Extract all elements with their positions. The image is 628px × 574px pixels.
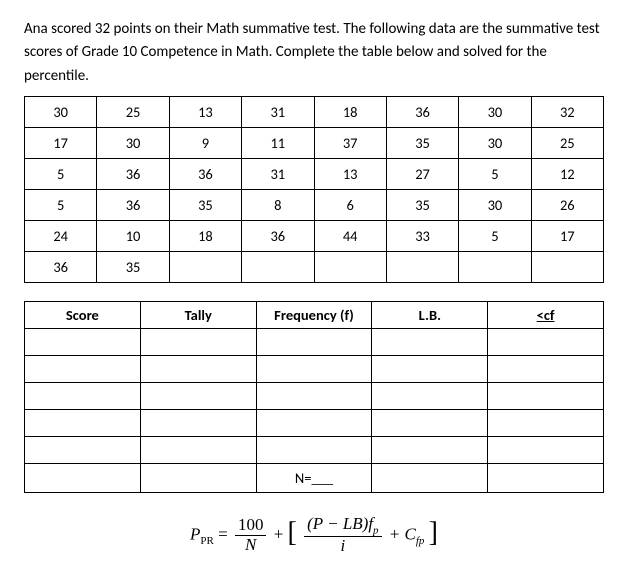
freq-header-row: Score Tally Frequency (f) L.B. <cf	[25, 301, 604, 328]
data-cell: 5	[459, 220, 531, 251]
data-cell: 35	[169, 189, 241, 220]
right-bracket-icon: ]	[429, 517, 438, 549]
sym-cfp-sub: fp	[416, 535, 425, 547]
col-score: Score	[25, 301, 141, 328]
scores-data-table: 3025133118363032173091137353025536363113…	[24, 96, 604, 283]
table-row: 241018364433517	[25, 220, 604, 251]
data-cell: 9	[169, 127, 241, 158]
data-cell: 6	[314, 189, 386, 220]
inner-den: i	[304, 537, 381, 556]
data-cell	[531, 251, 603, 282]
data-cell: 18	[314, 96, 386, 127]
data-cell: 11	[242, 127, 314, 158]
sym-plus-C: + C	[389, 524, 416, 543]
data-cell: 35	[386, 189, 458, 220]
data-cell: 31	[242, 96, 314, 127]
data-cell: 36	[25, 251, 97, 282]
data-cell: 36	[169, 158, 241, 189]
data-cell: 8	[242, 189, 314, 220]
problem-intro: Ana scored 32 points on their Math summa…	[24, 18, 604, 88]
col-frequency: Frequency (f)	[256, 301, 372, 328]
intro-line-2: scores of Grade 10 Competence in Math. C…	[24, 43, 547, 61]
data-cell: 35	[97, 251, 169, 282]
sym-equals: =	[218, 524, 232, 543]
sym-plus-1: +	[274, 524, 288, 543]
table-row: 5363586353026	[25, 189, 604, 220]
table-row: 173091137353025	[25, 127, 604, 158]
intro-line-1: Ana scored 32 points on their Math summa…	[24, 20, 600, 38]
left-bracket-icon: [	[288, 517, 297, 549]
data-cell: 5	[459, 158, 531, 189]
inner-num-text: (P − LB)f	[307, 514, 373, 533]
col-lb: L.B.	[372, 301, 488, 328]
data-cell: 17	[531, 220, 603, 251]
freq-row	[25, 436, 604, 463]
freq-row	[25, 328, 604, 355]
percentile-formula: PPR = 100 N + [ (P − LB)fp i + Cfp ]	[24, 515, 604, 556]
data-cell: 25	[97, 96, 169, 127]
freq-row	[25, 409, 604, 436]
data-cell: 25	[531, 127, 603, 158]
intro-line-3: percentile.	[24, 67, 89, 85]
data-cell: 36	[242, 220, 314, 251]
data-cell: 36	[97, 189, 169, 220]
data-cell: 13	[314, 158, 386, 189]
frequency-table: Score Tally Frequency (f) L.B. <cf N=___	[24, 301, 604, 493]
data-cell: 26	[531, 189, 603, 220]
col-tally: Tally	[140, 301, 256, 328]
data-cell: 30	[459, 127, 531, 158]
table-row: 3025133118363032	[25, 96, 604, 127]
data-cell: 35	[386, 127, 458, 158]
frac-inner: (P − LB)fp i	[304, 515, 381, 556]
data-cell: 30	[25, 96, 97, 127]
data-cell: 12	[531, 158, 603, 189]
data-cell: 24	[25, 220, 97, 251]
data-cell: 36	[97, 158, 169, 189]
data-cell: 44	[314, 220, 386, 251]
sym-PR-sub: PR	[200, 535, 213, 547]
data-cell: 32	[531, 96, 603, 127]
data-cell: 30	[459, 189, 531, 220]
data-cell: 30	[97, 127, 169, 158]
inner-num: (P − LB)fp	[304, 515, 381, 537]
freq-total-row: N=___	[25, 463, 604, 492]
data-cell: 17	[25, 127, 97, 158]
sym-P: P	[190, 524, 200, 543]
freq-row	[25, 382, 604, 409]
col-cf: <cf	[488, 301, 604, 328]
data-cell: 18	[169, 220, 241, 251]
inner-num-sub: p	[373, 524, 379, 536]
data-cell: 5	[25, 158, 97, 189]
table-row: 3635	[25, 251, 604, 282]
data-cell: 10	[97, 220, 169, 251]
data-cell: 27	[386, 158, 458, 189]
data-cell	[386, 251, 458, 282]
data-cell	[242, 251, 314, 282]
data-cell: 31	[242, 158, 314, 189]
table-row: 53636311327512	[25, 158, 604, 189]
data-cell	[169, 251, 241, 282]
freq-row	[25, 355, 604, 382]
data-cell	[459, 251, 531, 282]
data-cell: 37	[314, 127, 386, 158]
data-cell	[314, 251, 386, 282]
frac1-num: 100	[235, 516, 267, 536]
data-cell: 5	[25, 189, 97, 220]
n-total-cell: N=___	[256, 463, 372, 492]
data-cell: 30	[459, 96, 531, 127]
data-cell: 13	[169, 96, 241, 127]
data-cell: 36	[386, 96, 458, 127]
cf-label: <cf	[537, 306, 555, 324]
data-cell: 33	[386, 220, 458, 251]
frac-100-over-N: 100 N	[235, 516, 267, 554]
